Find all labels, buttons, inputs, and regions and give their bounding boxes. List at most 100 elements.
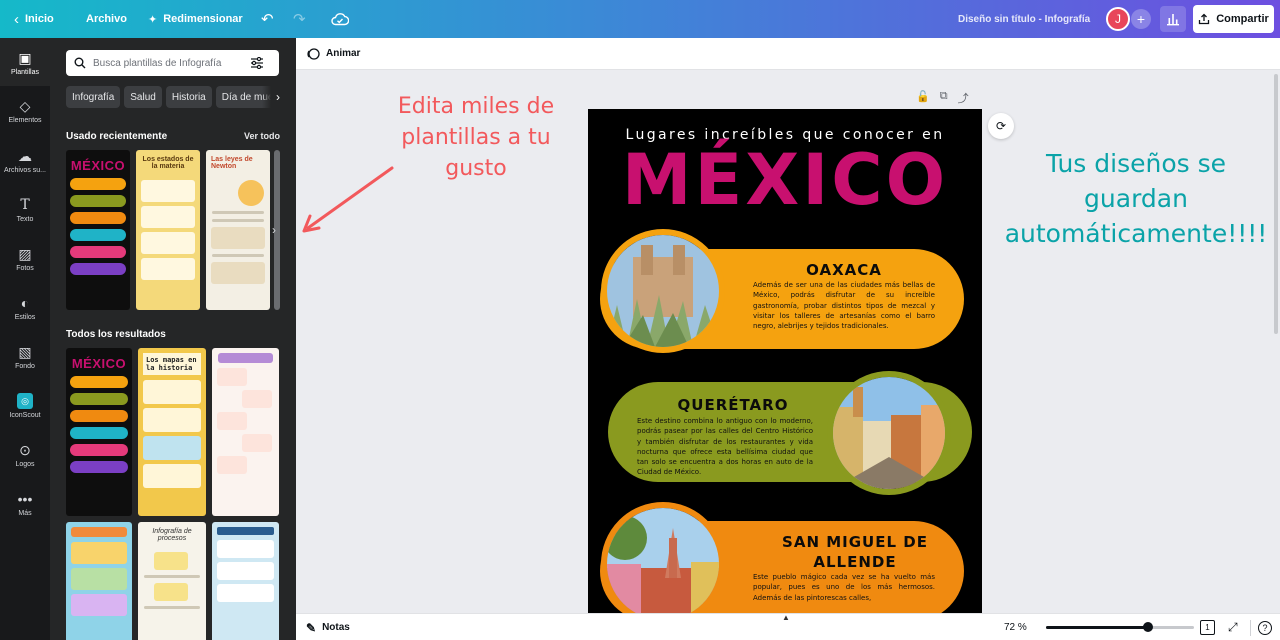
notes-icon: ✎ — [306, 620, 317, 635]
lock-icon[interactable]: 🔓 — [916, 90, 930, 106]
thumb-block — [70, 393, 128, 405]
queretaro-photo[interactable] — [827, 371, 951, 495]
duplicate-page-icon[interactable]: ⧉ — [940, 90, 948, 106]
divider — [1250, 620, 1251, 636]
thumb-block — [217, 368, 247, 386]
invite-button[interactable]: + — [1131, 9, 1151, 29]
zoom-slider-knob[interactable] — [1143, 622, 1154, 632]
templates-icon: ▣ — [18, 49, 32, 66]
rail-item-elements[interactable]: ◇ Elementos — [0, 98, 50, 125]
thumb-block — [217, 527, 274, 535]
avatar[interactable]: J — [1106, 7, 1130, 31]
template-thumb-estados[interactable]: Los estados de la materia — [136, 150, 200, 310]
search-icon — [74, 57, 86, 69]
rail-item-background[interactable]: ▧ Fondo — [0, 344, 50, 371]
expand-icon: ⤢ — [1228, 620, 1238, 634]
page-count: 1 — [1200, 620, 1215, 635]
cloud-saved-icon — [331, 13, 349, 26]
rail-item-more[interactable]: ••• Más — [0, 491, 50, 517]
help-button[interactable]: ? — [1258, 614, 1272, 640]
rail-item-photos[interactable]: ▨ Fotos — [0, 246, 50, 273]
category-chips: Infografía Salud Historia Día de muertos — [66, 86, 279, 108]
home-button[interactable]: ‹ Inicio — [14, 0, 54, 38]
san-miguel-text[interactable]: Este pueblo mágico cada vez se ha vuelto… — [753, 572, 935, 603]
recent-next-button[interactable]: › — [272, 223, 276, 237]
template-thumb-mexico[interactable]: MÉXICO — [66, 348, 132, 516]
oaxaca-photo[interactable] — [601, 229, 725, 353]
notes-button[interactable]: ✎ Notas — [306, 614, 350, 640]
chip-historia[interactable]: Historia — [165, 86, 212, 108]
animate-button[interactable]: Animar — [306, 47, 360, 61]
thumb-block — [70, 195, 126, 207]
oaxaca-name[interactable]: OAXACA — [738, 261, 950, 279]
thumb-block — [218, 353, 273, 363]
infographic-page[interactable]: Lugares increíbles que conocer en MÉXICO… — [588, 109, 982, 613]
zoom-slider-fill — [1046, 626, 1149, 629]
undo-button[interactable]: ↶ — [261, 0, 274, 38]
thumb-title: Los estados de la materia — [142, 156, 194, 170]
thumb-block — [70, 229, 126, 241]
annotation-arrow-icon — [302, 166, 394, 233]
rail-item-templates[interactable]: ▣ Plantillas — [0, 38, 50, 86]
design-title[interactable]: MÉXICO — [588, 143, 982, 217]
thumb-block — [70, 246, 126, 258]
resize-button[interactable]: ✦ Redimensionar — [148, 0, 243, 38]
thumb-block — [144, 606, 200, 609]
regenerate-button[interactable]: ⟳ — [988, 113, 1014, 139]
redo-button[interactable]: ↷ — [293, 0, 306, 38]
chips-next-button[interactable]: › — [262, 86, 280, 108]
search-box[interactable] — [66, 50, 279, 76]
zoom-value[interactable]: 72 % — [1004, 614, 1027, 640]
rail-item-styles[interactable]: ◐ Estilos — [0, 295, 50, 321]
chevron-right-icon: › — [272, 223, 276, 237]
template-thumb-estudiar[interactable] — [212, 348, 279, 516]
rail-item-iconscout[interactable]: ◎ IconScout — [0, 393, 50, 419]
thumb-block — [217, 456, 247, 474]
filter-icon[interactable] — [250, 57, 264, 69]
thumb-block — [70, 461, 128, 473]
template-thumb-mapas[interactable]: Los mapas en la historia — [138, 348, 206, 516]
insights-button[interactable] — [1160, 6, 1186, 32]
thumb-block — [217, 584, 274, 602]
template-thumb-newton[interactable]: Las leyes de Newton — [206, 150, 270, 310]
rail-item-text[interactable]: T Texto — [0, 197, 50, 223]
template-thumb-mexico[interactable]: MÉXICO — [66, 150, 130, 310]
search-input[interactable] — [93, 57, 243, 69]
template-thumb-procesos[interactable]: Infografía de procesos — [138, 522, 206, 640]
file-menu-button[interactable]: Archivo — [86, 0, 127, 38]
annotation-edit-templates: Edita miles de plantillas a tu gusto — [397, 94, 555, 181]
fullscreen-button[interactable]: ⤢ — [1228, 614, 1238, 640]
queretaro-text[interactable]: Este destino combina lo antiguo con lo m… — [637, 416, 813, 478]
san-miguel-name[interactable]: SAN MIGUEL DE ALLENDE — [760, 532, 950, 572]
chip-salud[interactable]: Salud — [124, 86, 162, 108]
file-label: Archivo — [86, 13, 127, 25]
bar-chart-icon — [1167, 14, 1179, 26]
template-thumb-internet[interactable] — [212, 522, 279, 640]
san-miguel-photo[interactable] — [601, 502, 725, 613]
cloud-save-button[interactable] — [331, 0, 349, 38]
add-page-icon[interactable]: ⤴ — [958, 90, 969, 106]
annotation-autosave: Tus diseños se guardan automáticamente!!… — [1004, 149, 1268, 248]
help-icon: ? — [1258, 620, 1272, 635]
rail-item-uploads[interactable]: ☁ Archivos su... — [0, 147, 50, 175]
chip-infografia[interactable]: Infografía — [66, 86, 121, 108]
thumb-title: MÉXICO — [70, 158, 126, 173]
template-thumb-1[interactable] — [66, 522, 132, 640]
upload-icon: ☁ — [18, 147, 32, 164]
queretaro-name[interactable]: QUERÉTARO — [638, 396, 828, 414]
rail-item-logos[interactable]: ⊙ Logos — [0, 442, 50, 469]
chevron-up-icon[interactable]: ▲ — [782, 613, 790, 622]
thumb-block — [144, 575, 200, 578]
zoom-slider[interactable] — [1046, 622, 1194, 632]
scrollbar-thumb[interactable] — [1274, 74, 1278, 334]
share-button[interactable]: Compartir — [1193, 5, 1274, 33]
see-all-link[interactable]: Ver todo — [244, 131, 280, 141]
thumb-block — [70, 444, 128, 456]
oaxaca-text[interactable]: Además de ser una de las ciudades más be… — [753, 280, 935, 331]
thumb-block — [217, 412, 247, 430]
page-count-button[interactable]: 1 — [1200, 614, 1215, 640]
notes-label: Notas — [322, 622, 350, 633]
document-title[interactable]: Diseño sin título - Infografía — [958, 0, 1090, 38]
thumb-block — [154, 583, 188, 601]
redo-icon: ↷ — [293, 11, 306, 28]
